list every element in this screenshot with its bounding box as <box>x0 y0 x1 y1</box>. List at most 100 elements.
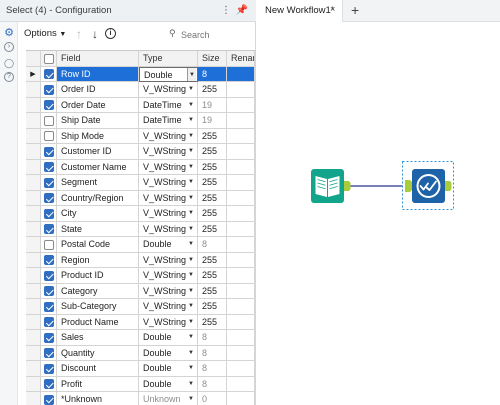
table-row[interactable]: Discount Double ▼ 8 <box>26 361 255 377</box>
field-name-cell[interactable]: Product ID <box>57 268 139 284</box>
field-checkbox[interactable] <box>44 69 54 79</box>
field-type-select[interactable]: Double ▼ <box>139 345 198 361</box>
field-type-select[interactable]: Double ▼ <box>139 237 198 253</box>
field-rename-cell[interactable] <box>227 252 255 268</box>
field-rename-cell[interactable] <box>227 82 255 98</box>
field-checkbox[interactable] <box>44 394 54 405</box>
field-checkbox[interactable] <box>44 162 54 172</box>
field-checkbox[interactable] <box>44 146 54 157</box>
field-size-cell[interactable]: 255 <box>198 159 227 175</box>
table-row[interactable]: Customer Name V_WString ▼ 255 <box>26 159 255 175</box>
move-down-icon[interactable]: ↓ <box>88 27 102 41</box>
field-size-cell[interactable]: 255 <box>198 314 227 330</box>
field-rename-cell[interactable] <box>227 190 255 206</box>
field-size-cell[interactable]: 255 <box>198 283 227 299</box>
field-rename-cell[interactable] <box>227 361 255 377</box>
field-size-cell[interactable]: 8 <box>198 330 227 346</box>
field-type-select[interactable]: V_WString ▼ <box>139 314 198 330</box>
field-type-select[interactable]: DateTime ▼ <box>139 97 198 113</box>
table-row[interactable]: Sales Double ▼ 8 <box>26 330 255 346</box>
close-icon[interactable]: × <box>330 4 335 14</box>
options-button[interactable]: Options ▼ <box>24 28 66 39</box>
field-size-cell[interactable]: 8 <box>198 361 227 377</box>
field-checkbox[interactable] <box>44 317 54 327</box>
field-size-cell[interactable]: 255 <box>198 82 227 98</box>
field-rename-cell[interactable] <box>227 237 255 253</box>
table-row[interactable]: Product Name V_WString ▼ 255 <box>26 314 255 330</box>
field-size-cell[interactable]: 255 <box>198 252 227 268</box>
field-checkbox[interactable] <box>44 208 54 219</box>
field-checkbox[interactable] <box>44 84 54 95</box>
field-rename-cell[interactable] <box>227 66 255 82</box>
field-type-select[interactable]: V_WString ▼ <box>139 175 198 191</box>
field-size-cell[interactable]: 255 <box>198 175 227 191</box>
field-size-cell[interactable]: 255 <box>198 190 227 206</box>
table-row[interactable]: Category V_WString ▼ 255 <box>26 283 255 299</box>
field-type-select[interactable]: Double ▼ <box>139 66 198 82</box>
table-row[interactable]: Ship Mode V_WString ▼ 255 <box>26 128 255 144</box>
field-rename-cell[interactable] <box>227 144 255 160</box>
field-name-cell[interactable]: *Unknown <box>57 392 139 405</box>
table-row[interactable]: Profit Double ▼ 8 <box>26 376 255 392</box>
field-rename-cell[interactable] <box>227 376 255 392</box>
more-menu-icon[interactable]: ⋮ <box>219 3 233 18</box>
select-output-anchor[interactable] <box>445 181 452 191</box>
field-name-cell[interactable]: Profit <box>57 376 139 392</box>
help-icon[interactable]: ? <box>4 72 14 82</box>
field-type-select[interactable]: Unknown ▼ <box>139 392 198 405</box>
field-name-cell[interactable]: Order ID <box>57 82 139 98</box>
field-checkbox[interactable] <box>44 177 54 188</box>
input-anchor[interactable] <box>405 180 412 192</box>
field-name-cell[interactable]: Sales <box>57 330 139 346</box>
field-checkbox[interactable] <box>44 379 54 389</box>
table-row[interactable]: Region V_WString ▼ 255 <box>26 252 255 268</box>
column-header-rename[interactable]: Rename <box>227 51 255 67</box>
field-checkbox[interactable] <box>44 224 54 234</box>
field-size-cell[interactable]: 8 <box>198 66 227 82</box>
tab-new-workflow[interactable]: New Workflow1* × <box>257 0 343 22</box>
search-input[interactable] <box>181 27 255 42</box>
field-name-cell[interactable]: Order Date <box>57 97 139 113</box>
field-size-cell[interactable]: 255 <box>198 299 227 315</box>
field-name-cell[interactable]: Sub-Category <box>57 299 139 315</box>
column-header-field[interactable]: Field <box>57 51 139 67</box>
field-checkbox[interactable] <box>44 348 54 358</box>
field-checkbox[interactable] <box>44 193 54 203</box>
field-size-cell[interactable]: 255 <box>198 144 227 160</box>
field-size-cell[interactable]: 255 <box>198 221 227 237</box>
arrow-circle-icon[interactable]: › <box>4 42 14 52</box>
field-checkbox[interactable] <box>44 286 54 296</box>
field-name-cell[interactable]: Quantity <box>57 345 139 361</box>
field-name-cell[interactable]: Category <box>57 283 139 299</box>
field-name-cell[interactable]: Region <box>57 252 139 268</box>
field-type-select[interactable]: V_WString ▼ <box>139 252 198 268</box>
table-row[interactable]: Customer ID V_WString ▼ 255 <box>26 144 255 160</box>
field-rename-cell[interactable] <box>227 97 255 113</box>
field-type-select[interactable]: V_WString ▼ <box>139 299 198 315</box>
output-anchor[interactable] <box>344 181 351 191</box>
table-row[interactable]: Order ID V_WString ▼ 255 <box>26 82 255 98</box>
field-name-cell[interactable]: Discount <box>57 361 139 377</box>
workflow-canvas[interactable] <box>257 22 500 405</box>
table-row[interactable]: *Unknown Unknown ▼ 0 <box>26 392 255 405</box>
pin-icon[interactable]: 📌 <box>235 3 249 18</box>
field-name-cell[interactable]: Ship Date <box>57 113 139 129</box>
add-tab-icon[interactable]: + <box>351 2 359 18</box>
field-rename-cell[interactable] <box>227 330 255 346</box>
field-name-cell[interactable]: Row ID <box>57 66 139 82</box>
field-size-cell[interactable]: 255 <box>198 206 227 222</box>
field-type-select[interactable]: Double ▼ <box>139 330 198 346</box>
field-size-cell[interactable]: 8 <box>198 376 227 392</box>
field-checkbox[interactable] <box>44 270 54 281</box>
field-rename-cell[interactable] <box>227 221 255 237</box>
field-type-select[interactable]: V_WString ▼ <box>139 82 198 98</box>
table-row[interactable]: ▶ Row ID Double ▼ 8 <box>26 66 255 82</box>
field-type-select[interactable]: V_WString ▼ <box>139 190 198 206</box>
field-rename-cell[interactable] <box>227 113 255 129</box>
field-checkbox[interactable] <box>44 100 54 110</box>
field-checkbox[interactable] <box>44 131 54 141</box>
field-type-select[interactable]: V_WString ▼ <box>139 128 198 144</box>
field-name-cell[interactable]: Postal Code <box>57 237 139 253</box>
field-type-select[interactable]: V_WString ▼ <box>139 283 198 299</box>
table-row[interactable]: City V_WString ▼ 255 <box>26 206 255 222</box>
